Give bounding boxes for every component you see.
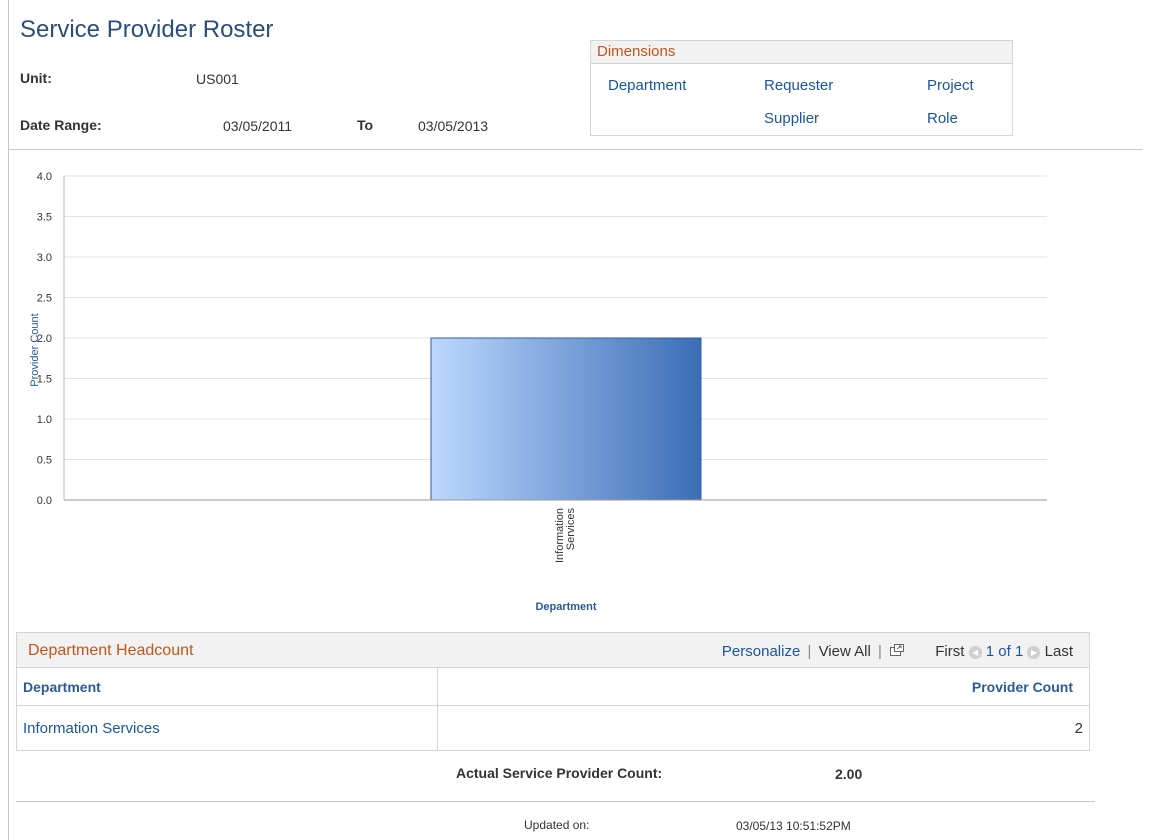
to-label: To bbox=[357, 117, 374, 133]
previous-icon: ◀ bbox=[968, 646, 982, 659]
grid-column-headers: Department Provider Count bbox=[17, 667, 1089, 706]
actual-count-label: Actual Service Provider Count: bbox=[456, 765, 663, 781]
row-provider-count: 2 bbox=[1074, 720, 1083, 737]
y-tick-label: 3.5 bbox=[37, 212, 52, 224]
footer-divider bbox=[16, 801, 1095, 802]
first-label: First bbox=[935, 643, 965, 660]
dimensions-title: Dimensions bbox=[591, 41, 1012, 64]
grid-navigation: Personalize | View All | First ◀ 1 of 1 … bbox=[722, 643, 1073, 660]
y-tick-label: 0.0 bbox=[37, 495, 52, 507]
y-axis-title: Provider Count bbox=[29, 313, 41, 386]
x-category-label: InformationServices bbox=[554, 508, 577, 564]
table-row-count-cell: 2 bbox=[438, 706, 1083, 749]
nav-separator-2: | bbox=[878, 643, 882, 660]
department-headcount-grid: Department Headcount Personalize | View … bbox=[16, 632, 1090, 751]
nav-separator: | bbox=[807, 643, 812, 660]
dimension-link-supplier[interactable]: Supplier bbox=[764, 110, 819, 127]
date-from: 03/05/2011 bbox=[223, 118, 293, 134]
dimensions-panel: Dimensions Department Requester Project … bbox=[590, 40, 1013, 136]
dimension-link-requester[interactable]: Requester bbox=[764, 77, 833, 94]
actual-count-value: 2.00 bbox=[835, 766, 863, 782]
grid-title: Department Headcount bbox=[28, 642, 194, 659]
personalize-link[interactable]: Personalize bbox=[722, 643, 800, 660]
date-range-label: Date Range: bbox=[20, 117, 102, 133]
y-tick-label: 1.0 bbox=[37, 414, 52, 426]
dimension-link-project[interactable]: Project bbox=[927, 77, 974, 94]
grid-header: Department Headcount Personalize | View … bbox=[17, 633, 1089, 668]
table-row: Information Services bbox=[23, 706, 433, 749]
last-label: Last bbox=[1044, 643, 1073, 660]
view-all-link[interactable]: View All bbox=[819, 643, 871, 660]
y-tick-label: 2.5 bbox=[37, 293, 52, 305]
unit-label: Unit: bbox=[20, 70, 52, 86]
pagination-text: 1 of 1 bbox=[985, 643, 1024, 660]
next-icon: ▶ bbox=[1027, 646, 1041, 659]
page-title: Service Provider Roster bbox=[20, 16, 274, 43]
row-department-link[interactable]: Information Services bbox=[23, 720, 160, 737]
updated-on-value: 03/05/13 10:51:52PM bbox=[736, 819, 851, 833]
column-header-department[interactable]: Department bbox=[23, 679, 101, 695]
dimension-link-department[interactable]: Department bbox=[608, 77, 686, 94]
x-axis-title: Department bbox=[535, 601, 596, 613]
y-tick-label: 0.5 bbox=[37, 455, 52, 467]
date-to: 03/05/2013 bbox=[418, 118, 489, 134]
new-window-icon[interactable] bbox=[889, 643, 905, 657]
updated-on-label: Updated on: bbox=[524, 818, 590, 832]
provider-count-chart: 0.00.51.01.52.02.53.03.54.0 InformationS… bbox=[29, 171, 1047, 613]
y-tick-label: 4.0 bbox=[37, 171, 52, 183]
bar[interactable] bbox=[430, 337, 702, 501]
header-divider bbox=[8, 149, 1143, 150]
y-tick-label: 3.0 bbox=[37, 252, 52, 264]
column-header-provider-count[interactable]: Provider Count bbox=[972, 679, 1073, 695]
dimension-link-role[interactable]: Role bbox=[927, 110, 958, 127]
unit-value: US001 bbox=[196, 71, 239, 87]
